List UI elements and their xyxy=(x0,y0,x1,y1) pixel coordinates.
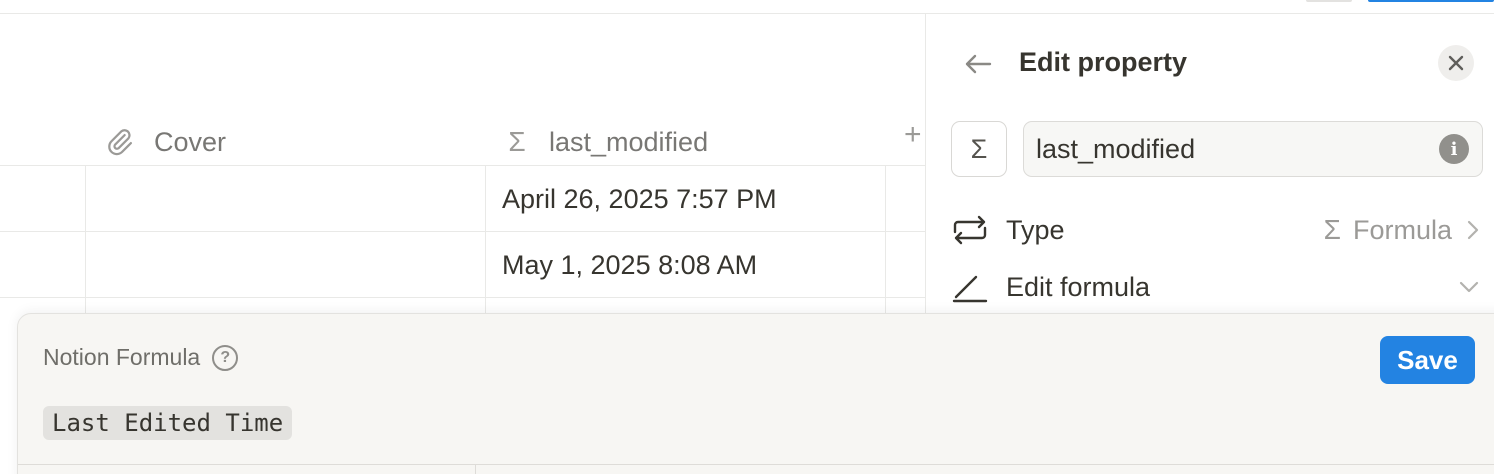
column-label: Cover xyxy=(154,126,227,157)
edit-formula-row[interactable]: Edit formula xyxy=(950,265,1480,309)
chevron-right-icon xyxy=(1467,220,1479,240)
column-label: last_modified xyxy=(549,126,709,157)
property-icon-picker[interactable]: Σ xyxy=(951,121,1007,177)
sigma-icon: Σ xyxy=(1323,214,1341,245)
info-icon[interactable]: i xyxy=(1439,134,1469,164)
sigma-icon: Σ xyxy=(508,126,526,157)
pencil-icon xyxy=(950,267,990,307)
type-value-label: Formula xyxy=(1352,214,1452,245)
table-cell-last-modified[interactable]: April 26, 2025 7:57 PM xyxy=(502,184,777,215)
divider xyxy=(475,464,476,474)
panel-title: Edit property xyxy=(1019,47,1188,77)
swap-icon xyxy=(950,210,990,250)
top-share-button[interactable] xyxy=(1306,0,1352,2)
formula-editor-title: Notion Formula ? xyxy=(43,344,239,371)
help-icon[interactable]: ? xyxy=(212,344,239,371)
formula-editor: Notion Formula ? Save Last Edited Time xyxy=(17,313,1494,474)
column-header-cover[interactable]: Cover xyxy=(104,118,226,166)
close-icon[interactable] xyxy=(1438,45,1474,81)
save-button[interactable]: Save xyxy=(1380,336,1475,384)
paperclip-icon xyxy=(104,127,134,157)
column-header-last-modified[interactable]: Σ last_modified xyxy=(505,118,708,166)
edit-formula-toggle xyxy=(1458,280,1480,294)
top-primary-button[interactable] xyxy=(1368,0,1494,2)
formula-input-token[interactable]: Last Edited Time xyxy=(43,406,293,440)
type-value: Σ Formula xyxy=(1324,214,1480,246)
chevron-down-icon xyxy=(1459,281,1479,293)
table-cell-last-modified[interactable]: May 1, 2025 8:08 AM xyxy=(502,250,757,281)
formula-editor-title-label: Notion Formula xyxy=(43,344,201,370)
property-name-input[interactable] xyxy=(1023,121,1483,177)
add-column-button[interactable]: + xyxy=(904,120,922,150)
back-arrow-icon[interactable] xyxy=(962,48,994,80)
row-divider xyxy=(0,231,926,232)
row-divider xyxy=(0,297,926,298)
type-label: Type xyxy=(1006,214,1065,245)
edit-formula-label: Edit formula xyxy=(1006,271,1151,302)
header-divider xyxy=(0,165,926,166)
top-bar xyxy=(0,0,1494,14)
type-row[interactable]: Type Σ Formula xyxy=(950,208,1480,252)
divider xyxy=(18,464,1494,465)
